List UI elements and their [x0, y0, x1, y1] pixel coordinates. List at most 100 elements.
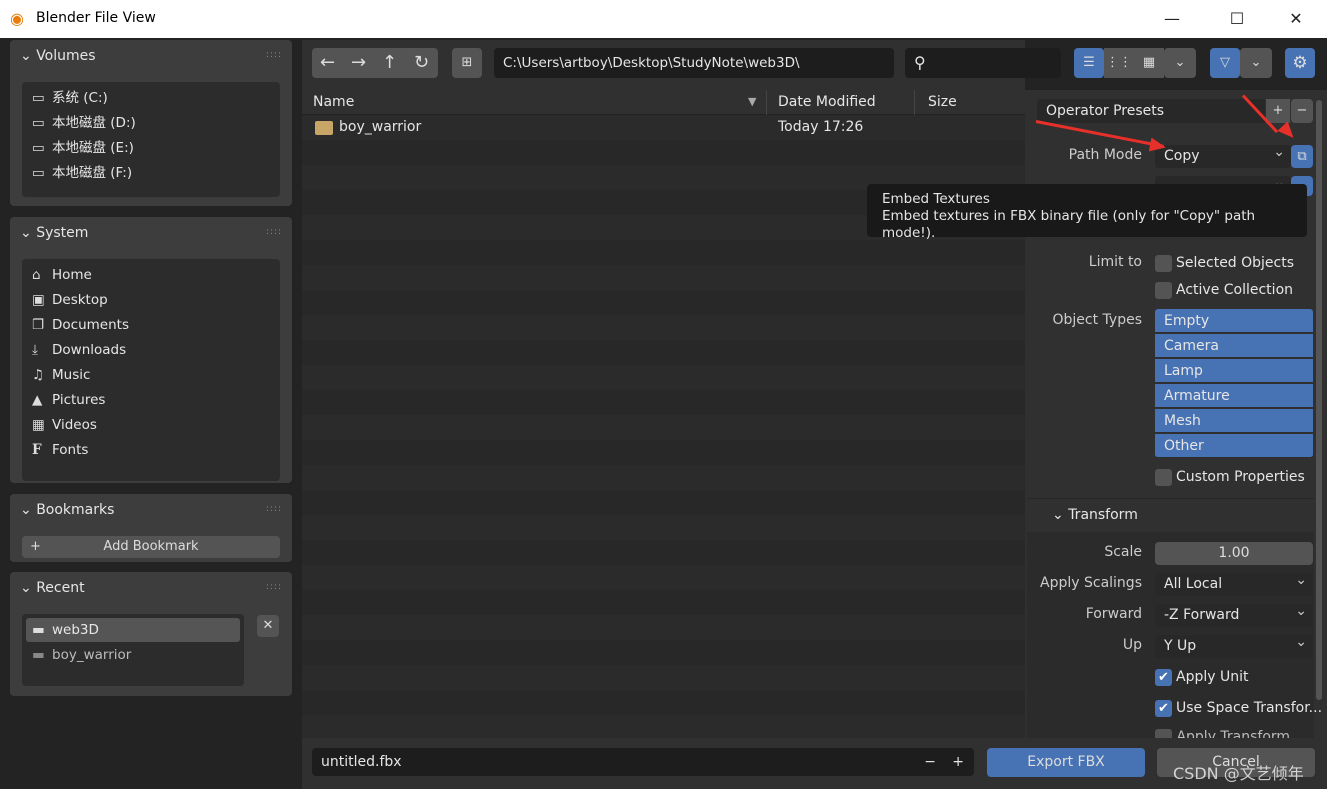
object-type-other[interactable]: Other	[1155, 434, 1313, 458]
parent-directory-button[interactable]: ↑	[374, 48, 405, 78]
active-collection-checkbox[interactable]: Active Collection	[1155, 281, 1293, 301]
column-divider[interactable]	[766, 90, 767, 115]
increment-filename-button[interactable]: +	[952, 748, 964, 776]
apply-scalings-label: Apply Scalings	[1040, 575, 1142, 591]
system-item-pictures[interactable]: ▲ Pictures	[32, 388, 105, 412]
column-date-modified[interactable]: Date Modified	[778, 94, 876, 110]
add-bookmark-button[interactable]: + Add Bookmark	[22, 536, 280, 558]
custom-properties-checkbox[interactable]: Custom Properties	[1155, 468, 1305, 488]
export-fbx-button[interactable]: Export FBX	[987, 748, 1145, 777]
system-item-home[interactable]: ⌂ Home	[32, 263, 92, 287]
divider	[1027, 498, 1314, 499]
system-header[interactable]: ⌄ System	[20, 225, 88, 241]
bookmarks-header[interactable]: ⌄ Bookmarks	[20, 502, 114, 518]
checkbox-label: Active Collection	[1176, 282, 1294, 298]
column-divider[interactable]	[914, 90, 915, 115]
remove-preset-button[interactable]: −	[1291, 99, 1313, 123]
embed-textures-toggle[interactable]: ⧉	[1291, 145, 1313, 168]
volume-item[interactable]: ▭ 本地磁盘 (D:)	[32, 111, 136, 135]
apply-scalings-dropdown[interactable]: All Local	[1155, 569, 1313, 596]
volume-item[interactable]: ▭ 本地磁盘 (E:)	[32, 136, 134, 160]
column-size[interactable]: Size	[928, 94, 957, 110]
object-type-mesh[interactable]: Mesh	[1155, 409, 1313, 433]
close-button[interactable]: ✕	[1276, 6, 1316, 32]
recent-panel: ⌄ Recent:::: ▬ web3D ▬ boy_warrior ✕	[10, 572, 292, 696]
limit-to-label: Limit to	[1088, 254, 1142, 270]
forward-button[interactable]: →	[343, 48, 374, 78]
scale-field[interactable]: 1.00	[1155, 542, 1313, 565]
grip-icon[interactable]: ::::	[266, 582, 282, 592]
checkbox-checked[interactable]: ✔	[1155, 668, 1172, 686]
object-type-lamp[interactable]: Lamp	[1155, 359, 1313, 383]
checkbox[interactable]	[1155, 729, 1172, 738]
item-label: Home	[52, 267, 92, 283]
recent-header[interactable]: ⌄ Recent	[20, 580, 85, 596]
options-scrollbar[interactable]	[1316, 100, 1322, 700]
system-item-fonts[interactable]: F Fonts	[32, 438, 88, 462]
recent-title: Recent	[36, 580, 85, 596]
volumes-header[interactable]: ⌄ Volumes	[20, 48, 96, 64]
operator-presets-dropdown[interactable]: Operator Presets	[1037, 99, 1265, 123]
filename-input[interactable]: untitled.fbx − +	[312, 748, 974, 776]
system-item-videos[interactable]: ▦ Videos	[32, 413, 97, 437]
settings-toggle-button[interactable]: ⚙	[1285, 48, 1315, 78]
system-item-documents[interactable]: ❐ Documents	[32, 313, 129, 337]
vertical-list-view-button[interactable]: ☰	[1074, 48, 1104, 78]
recent-item[interactable]: ▬ web3D	[26, 618, 240, 642]
apply-transform-checkbox[interactable]: Apply Transform	[1155, 729, 1305, 738]
font-icon: F	[32, 442, 42, 458]
system-item-downloads[interactable]: ⤓ Downloads	[32, 338, 126, 362]
checkbox[interactable]	[1155, 281, 1172, 299]
system-item-desktop[interactable]: ▣ Desktop	[32, 288, 108, 312]
volume-item[interactable]: ▭ 本地磁盘 (F:)	[32, 161, 132, 185]
filter-icon: ▽	[1220, 55, 1230, 70]
object-types-label: Object Types	[1052, 312, 1143, 328]
grip-icon[interactable]: ::::	[266, 50, 282, 60]
gear-icon: ⚙	[1292, 53, 1308, 73]
path-mode-label: Path Mode	[1068, 147, 1142, 163]
horizontal-list-view-button[interactable]: ⋮⋮	[1104, 48, 1134, 78]
selected-objects-checkbox[interactable]: Selected Objects	[1155, 254, 1294, 274]
up-axis-dropdown[interactable]: Y Up	[1155, 631, 1313, 658]
clear-recent-button[interactable]: ✕	[257, 615, 279, 637]
sort-descending-icon[interactable]: ▼	[748, 95, 756, 108]
recent-item[interactable]: ▬ boy_warrior	[32, 643, 131, 667]
maximize-button[interactable]: ☐	[1217, 6, 1257, 32]
filter-options-dropdown[interactable]: ⌄	[1240, 48, 1272, 78]
object-type-camera[interactable]: Camera	[1155, 334, 1313, 358]
display-options-dropdown[interactable]: ⌄	[1164, 48, 1196, 78]
checkbox-checked[interactable]: ✔	[1155, 699, 1172, 717]
drive-icon: ▭	[32, 165, 45, 181]
forward-axis-dropdown[interactable]: -Z Forward	[1155, 600, 1313, 627]
documents-icon: ❐	[32, 317, 45, 333]
grip-icon[interactable]: ::::	[266, 227, 282, 237]
search-icon: ⚲	[914, 53, 926, 72]
column-name[interactable]: Name	[313, 94, 354, 110]
path-mode-dropdown[interactable]: Copy	[1155, 141, 1291, 168]
checkbox[interactable]	[1155, 254, 1172, 272]
volume-label: 系统 (C:)	[52, 90, 108, 106]
thumbnail-view-button[interactable]: ▦	[1134, 48, 1164, 78]
object-type-armature[interactable]: Armature	[1155, 384, 1313, 408]
use-space-transform-checkbox[interactable]: ✔ Use Space Transfor...	[1155, 699, 1322, 719]
file-row[interactable]: boy_warrior Today 17:26	[302, 116, 1025, 140]
add-preset-button[interactable]: +	[1266, 99, 1290, 123]
filter-toggle-button[interactable]: ▽	[1210, 48, 1240, 78]
back-button[interactable]: ←	[312, 48, 343, 78]
system-item-music[interactable]: ♫ Music	[32, 363, 90, 387]
apply-unit-checkbox[interactable]: ✔ Apply Unit	[1155, 668, 1248, 688]
item-label: boy_warrior	[52, 647, 132, 663]
checkbox[interactable]	[1155, 468, 1172, 486]
object-type-empty[interactable]: Empty	[1155, 309, 1313, 333]
decrement-filename-button[interactable]: −	[924, 748, 936, 776]
grip-icon[interactable]: ::::	[266, 504, 282, 514]
item-label: Documents	[52, 317, 129, 333]
path-input[interactable]: C:\Users\artboy\Desktop\StudyNote\web3D\	[494, 48, 894, 78]
transform-section-header[interactable]: ⌄ Transform	[1052, 507, 1138, 523]
minimize-button[interactable]: —	[1152, 6, 1192, 32]
item-label: Videos	[52, 417, 97, 433]
search-input[interactable]: ⚲	[905, 48, 1061, 78]
new-folder-button[interactable]: ⊞	[452, 48, 482, 78]
refresh-button[interactable]: ↻	[405, 48, 438, 78]
volume-item[interactable]: ▭ 系统 (C:)	[32, 86, 108, 110]
